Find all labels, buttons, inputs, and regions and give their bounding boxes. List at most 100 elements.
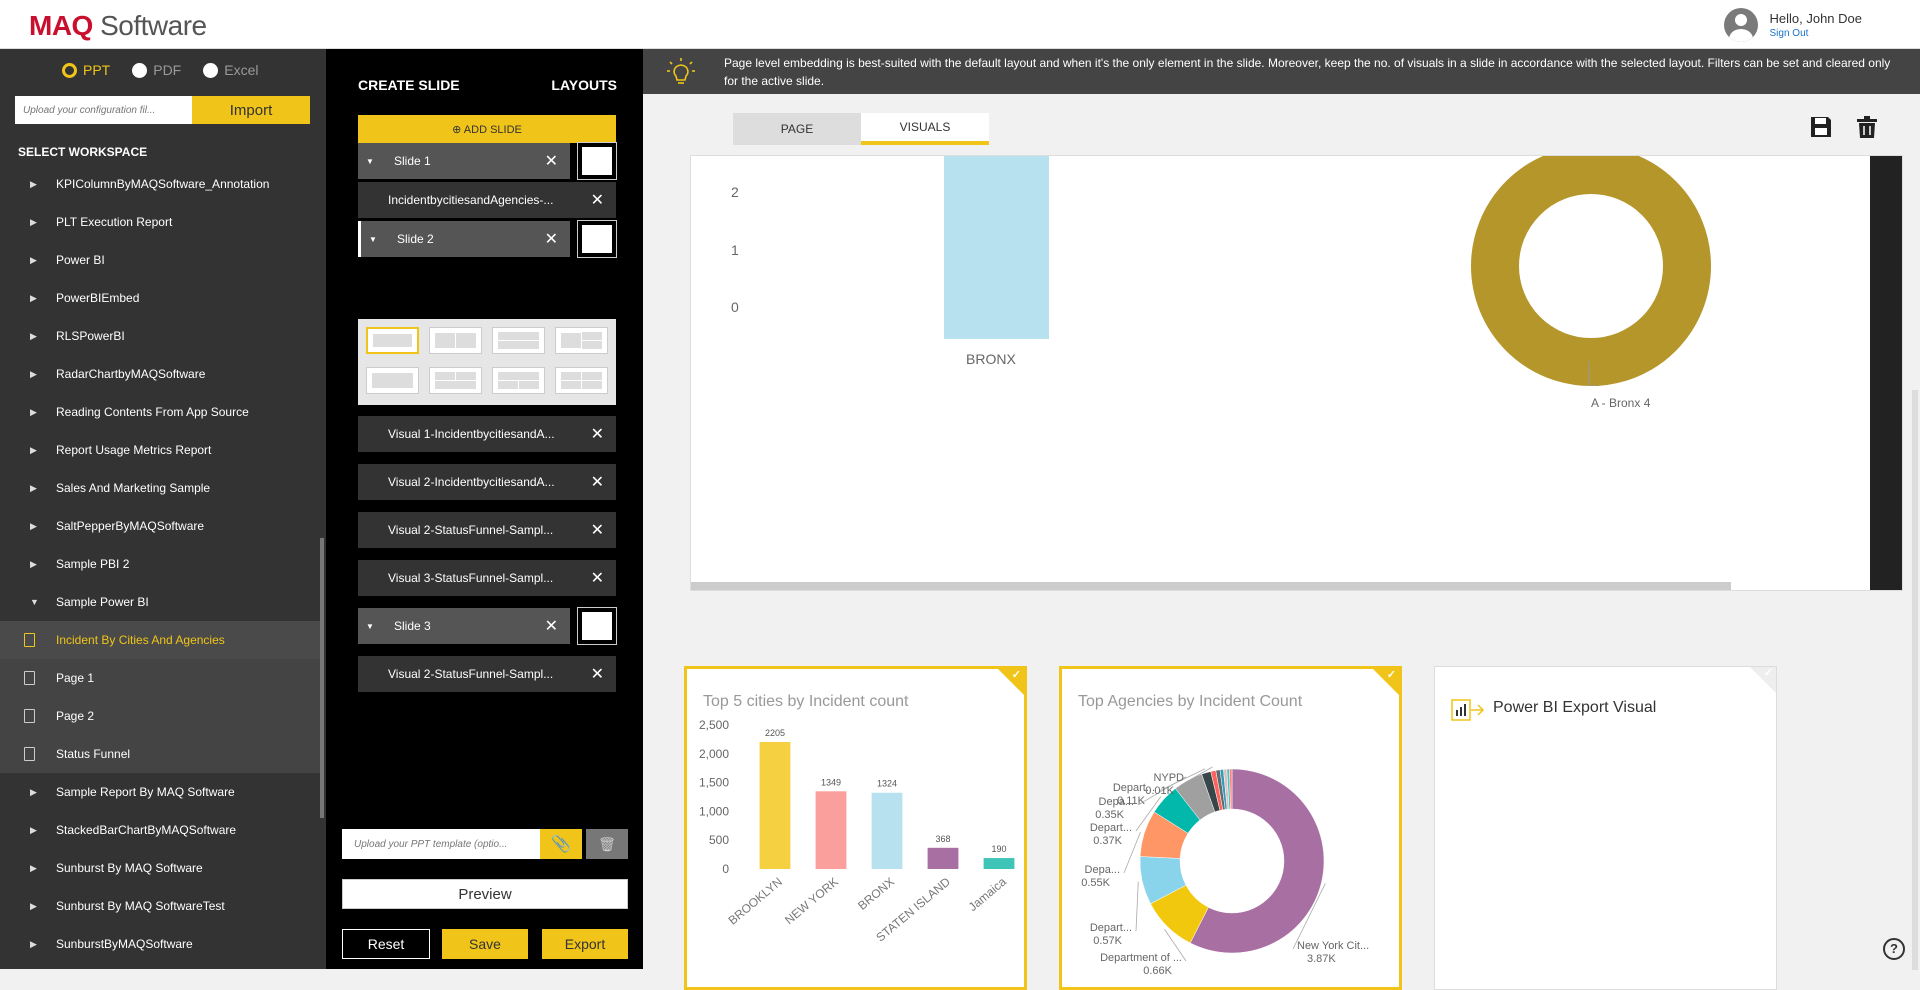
bar[interactable] [871, 792, 903, 869]
visual-card-top-agencies[interactable]: ✓ Top Agencies by Incident Count New Yor… [1059, 666, 1402, 990]
close-icon[interactable]: ✕ [591, 424, 604, 444]
visual-row[interactable]: Visual 2-StatusFunnel-Sampl... ✕ [358, 656, 616, 692]
caret-down-icon[interactable]: ▼ [369, 235, 383, 244]
bar[interactable] [759, 741, 791, 869]
bar[interactable] [983, 858, 1015, 869]
close-icon[interactable]: ✕ [591, 568, 604, 588]
report-page-item[interactable]: Page 2 [0, 697, 320, 735]
slide-row-2[interactable]: ▼ Slide 2 ✕ [358, 221, 570, 257]
config-upload-input[interactable] [15, 96, 192, 124]
workspace-item[interactable]: ▶ Report Usage Metrics Report [0, 431, 320, 469]
workspace-item[interactable]: ▶ Reading Contents From App Source [0, 393, 320, 431]
bar[interactable] [927, 847, 959, 869]
slide-thumbnail-2[interactable] [577, 220, 617, 258]
attach-button[interactable]: 📎 [540, 829, 582, 859]
visual-row[interactable]: Visual 2-IncidentbycitiesandA... ✕ [358, 464, 616, 500]
caret-right-icon[interactable]: ▶ [30, 331, 37, 342]
layout-option-top-split[interactable] [429, 367, 482, 394]
workspace-item[interactable]: ▶ SunburstByMAQSoftware [0, 925, 320, 963]
layout-option-bottom-split[interactable] [492, 367, 545, 394]
close-icon[interactable]: ✕ [591, 472, 604, 492]
close-icon[interactable]: ✕ [591, 190, 604, 210]
workspace-item[interactable]: ▶ Sample Report By MAQ Software [0, 773, 320, 811]
workspace-item[interactable]: ▶ Sunburst By MAQ SoftwareTest [0, 887, 320, 925]
import-button[interactable]: Import [192, 96, 310, 124]
visual-row[interactable]: Visual 2-StatusFunnel-Sampl... ✕ [358, 512, 616, 548]
layout-option-sidebar[interactable] [366, 367, 419, 394]
slide-row-1[interactable]: ▼ Slide 1 ✕ [358, 143, 570, 179]
close-icon[interactable]: ✕ [591, 664, 604, 684]
layout-option-two-row[interactable] [492, 327, 545, 354]
trash-icon[interactable] [1855, 115, 1879, 139]
tab-page[interactable]: PAGE [733, 113, 861, 145]
visual-row[interactable]: IncidentbycitiesandAgencies-... ✕ [358, 182, 616, 218]
caret-right-icon[interactable]: ▶ [30, 521, 37, 532]
workspace-item[interactable]: ▶ Power BI [0, 241, 320, 279]
slide-thumbnail-1[interactable] [577, 142, 617, 180]
format-radio-pdf[interactable]: PDF [132, 62, 181, 78]
caret-right-icon[interactable]: ▶ [30, 787, 37, 798]
save-icon[interactable] [1809, 115, 1833, 139]
slide-row-3[interactable]: ▼ Slide 3 ✕ [358, 608, 570, 644]
visual-row[interactable]: Visual 1-IncidentbycitiesandA... ✕ [358, 416, 616, 452]
preview-donut[interactable] [1471, 155, 1711, 386]
layout-option-two-col[interactable] [429, 327, 482, 354]
workspace-item[interactable]: ▶ Sample PBI 2 [0, 545, 320, 583]
workspace-item[interactable]: ▶ Sales And Marketing Sample [0, 469, 320, 507]
tab-visuals[interactable]: VISUALS [861, 113, 989, 145]
caret-right-icon[interactable]: ▶ [30, 255, 37, 266]
report-page-item[interactable]: Page 1 [0, 659, 320, 697]
close-icon[interactable]: ✕ [545, 616, 558, 636]
save-button[interactable]: Save [442, 929, 528, 959]
caret-down-icon[interactable]: ▼ [366, 622, 380, 631]
bar[interactable] [815, 791, 847, 869]
signout-link[interactable]: Sign Out [1770, 28, 1863, 39]
layout-option-left-split[interactable] [555, 327, 608, 354]
report-page-item[interactable]: Status Funnel [0, 735, 320, 773]
caret-right-icon[interactable]: ▶ [30, 483, 37, 494]
top-cities-bar-chart[interactable]: 2,500 2,000 1,500 1,000 500 0 2205 BROOKLYN 1349… [687, 717, 1024, 987]
caret-down-icon[interactable]: ▼ [366, 157, 380, 166]
layout-option-single[interactable] [366, 327, 419, 354]
layout-option-quad[interactable] [555, 367, 608, 394]
format-radio-excel[interactable]: Excel [203, 62, 258, 78]
workspace-item[interactable]: ▶ PLT Execution Report [0, 203, 320, 241]
avatar-icon[interactable] [1723, 8, 1758, 42]
workspace-item[interactable]: ▶ PowerBIEmbed [0, 279, 320, 317]
visual-card-top-cities[interactable]: ✓ Top 5 cities by Incident count 2,500 2,… [684, 666, 1027, 990]
preview-button[interactable]: Preview [342, 879, 628, 909]
preview-horizontal-scrollbar[interactable] [691, 582, 1731, 590]
report-preview[interactable]: 2 1 0 BRONX A - Bronx 4 [690, 155, 1903, 591]
caret-right-icon[interactable]: ▶ [30, 863, 37, 874]
reset-button[interactable]: Reset [342, 929, 430, 959]
workspace-item[interactable]: ▶ SaltPepperByMAQSoftware [0, 507, 320, 545]
slide-thumbnail-3[interactable] [577, 607, 617, 645]
workspace-item[interactable]: ▶ RLSPowerBI [0, 317, 320, 355]
preview-bar[interactable] [944, 156, 1049, 339]
close-icon[interactable]: ✕ [545, 229, 558, 249]
workspace-item[interactable]: ▼ Sample Power BI [0, 583, 320, 621]
caret-right-icon[interactable]: ▶ [30, 445, 37, 456]
delete-template-button[interactable]: 🗑 [586, 829, 628, 859]
format-radio-ppt[interactable]: PPT [62, 62, 110, 78]
caret-right-icon[interactable]: ▶ [30, 217, 37, 228]
top-agencies-donut-chart[interactable]: New York Cit...3.87K Department of ...0.6… [1062, 717, 1399, 987]
workspace-item[interactable]: ▶ StackedBarChartByMAQSoftware [0, 811, 320, 849]
caret-right-icon[interactable]: ▶ [30, 939, 37, 950]
caret-right-icon[interactable]: ▶ [30, 559, 37, 570]
ppt-template-input[interactable] [342, 829, 540, 859]
caret-right-icon[interactable]: ▶ [30, 293, 37, 304]
caret-right-icon[interactable]: ▶ [30, 825, 37, 836]
add-slide-button[interactable]: ⊕ ADD SLIDE [358, 115, 616, 143]
caret-right-icon[interactable]: ▶ [30, 179, 37, 190]
caret-right-icon[interactable]: ▶ [30, 407, 37, 418]
export-button[interactable]: Export [542, 929, 628, 959]
workspace-item[interactable]: ▶ RadarChartbyMAQSoftware [0, 355, 320, 393]
workspace-item[interactable]: ▶ Sunburst By MAQ Software [0, 849, 320, 887]
caret-right-icon[interactable]: ▶ [30, 369, 37, 380]
workspace-item[interactable]: ▶ KPIColumnByMAQSoftware_Annotation [0, 165, 320, 203]
close-icon[interactable]: ✕ [591, 520, 604, 540]
report-page-item[interactable]: Incident By Cities And Agencies [0, 621, 320, 659]
help-icon[interactable]: ? [1883, 938, 1905, 960]
close-icon[interactable]: ✕ [545, 151, 558, 171]
